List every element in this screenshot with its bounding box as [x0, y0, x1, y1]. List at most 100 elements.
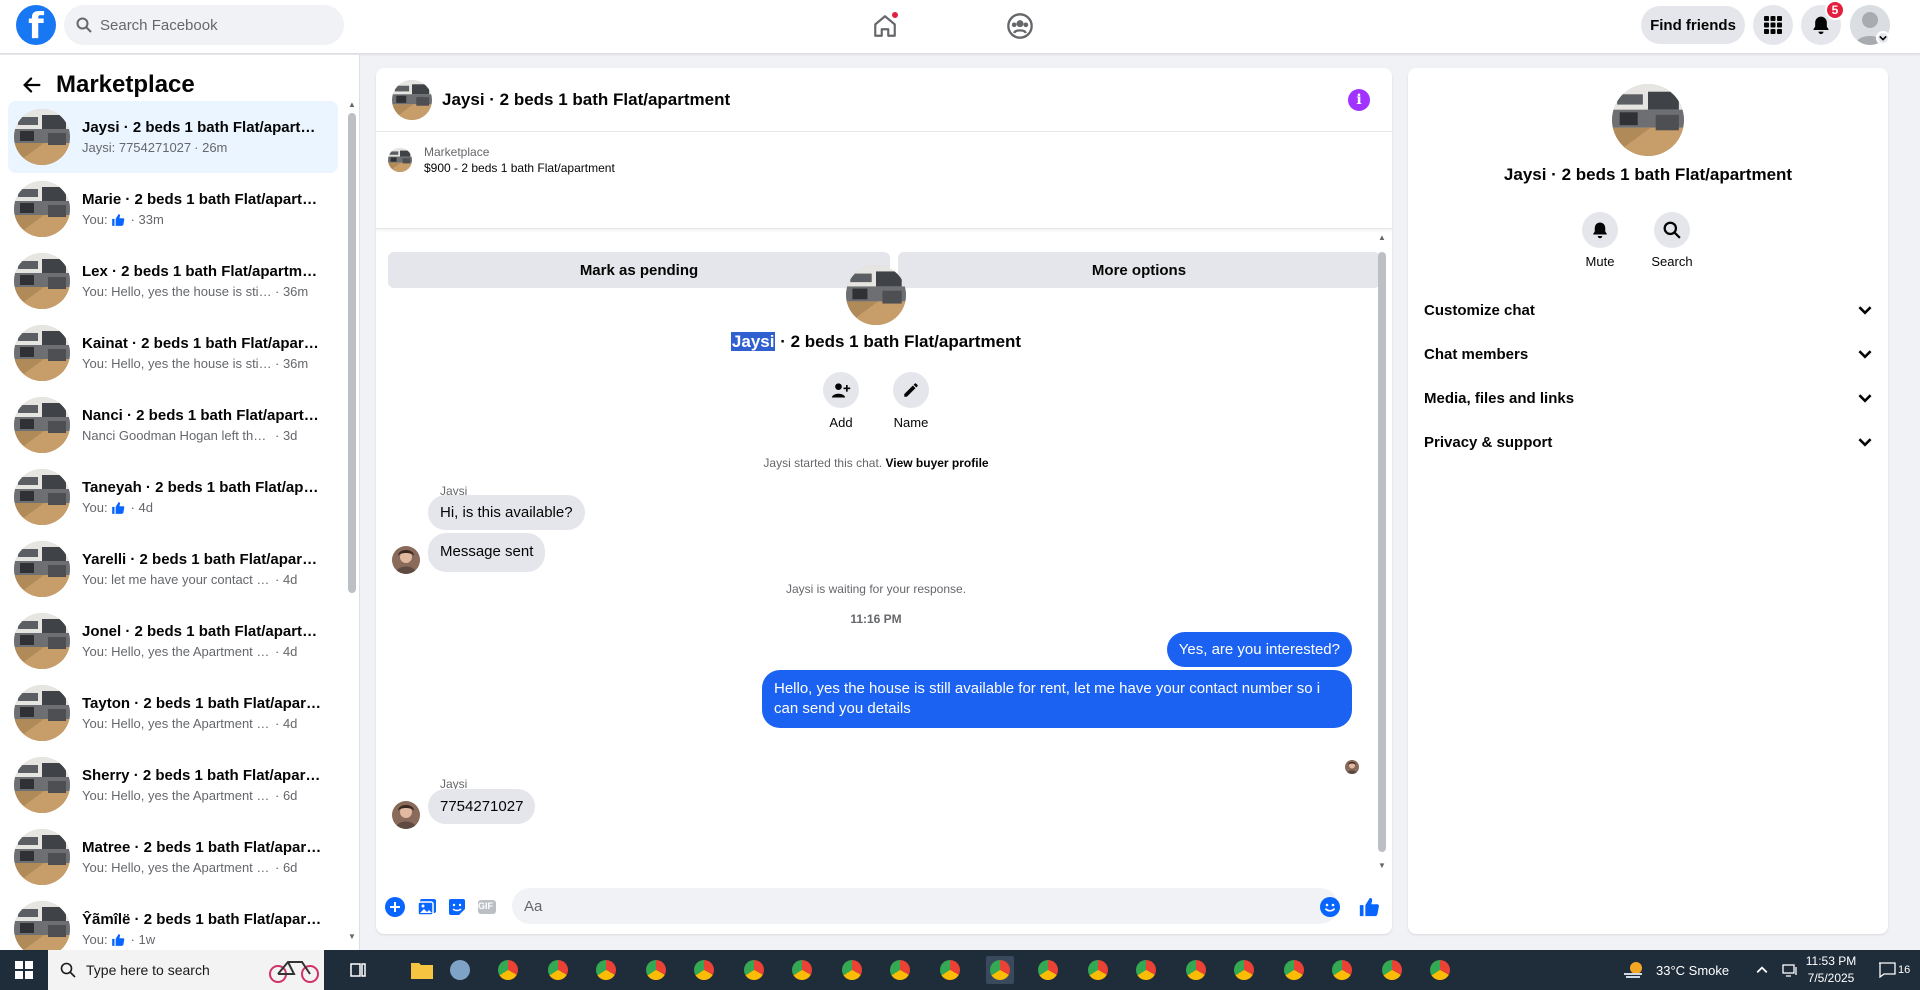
outgoing-message[interactable]: Yes, are you interested? [1166, 632, 1352, 667]
add-people-action[interactable]: Add [811, 372, 871, 430]
scrollbar-thumb[interactable] [348, 113, 356, 593]
chrome-app[interactable] [1182, 956, 1210, 984]
conversation-item[interactable]: Sherry · 2 beds 1 bath Flat/apartment You… [8, 749, 338, 821]
mute-action[interactable]: Mute [1570, 212, 1630, 269]
info-listing-thumbnail[interactable] [1612, 84, 1684, 156]
incoming-message[interactable]: Message sent [428, 533, 546, 572]
preview-text: Jaysi: 7754271027 [82, 140, 192, 155]
conversation-item[interactable]: Marie · 2 beds 1 bath Flat/apartment You:… [8, 173, 338, 245]
account-dropdown-button[interactable] [1876, 31, 1890, 45]
bell-icon [1593, 222, 1607, 239]
attach-photo-button[interactable] [416, 896, 438, 918]
chrome-app[interactable] [740, 956, 768, 984]
task-view-button[interactable] [344, 956, 372, 984]
chrome-app[interactable] [1084, 956, 1112, 984]
chrome-app[interactable] [642, 956, 670, 984]
conversation-item[interactable]: Matree · 2 beds 1 bath Flat/apartment You… [8, 821, 338, 893]
chat-info-button[interactable]: i [1348, 89, 1370, 111]
home-nav-button[interactable] [869, 10, 901, 42]
chrome-app[interactable] [886, 956, 914, 984]
gif-button[interactable]: GIF [476, 896, 498, 918]
conversation-item[interactable]: Tayton · 2 beds 1 bath Flat/apartment You… [8, 677, 338, 749]
weather-widget[interactable]: 33°C Smoke [1622, 950, 1729, 990]
message-input[interactable] [512, 888, 1338, 924]
conversation-item[interactable]: Lex · 2 beds 1 bath Flat/apartment You: H… [8, 245, 338, 317]
chrome-app[interactable] [1378, 956, 1406, 984]
outgoing-message[interactable]: Hello, yes the house is still available … [762, 670, 1352, 728]
sticker-icon [449, 899, 465, 915]
network-status[interactable] [1782, 950, 1798, 990]
privacy-support-row[interactable]: Privacy & support [1424, 422, 1872, 462]
facebook-logo[interactable]: f [16, 5, 56, 45]
search-input[interactable] [100, 16, 320, 34]
sender-avatar[interactable] [392, 546, 420, 574]
taskbar-app[interactable] [446, 956, 474, 984]
chrome-app[interactable] [1132, 956, 1160, 984]
chrome-profile-app[interactable] [544, 956, 572, 984]
emoji-button[interactable] [1319, 896, 1341, 918]
start-button[interactable] [0, 950, 48, 990]
incoming-message[interactable]: Hi, is this available? [428, 495, 585, 530]
conversation-item[interactable]: Taneyah · 2 beds 1 bath Flat/apartment Yo… [8, 461, 338, 533]
conversation-preview: You: Hello, yes the Apartment is still a… [82, 788, 322, 803]
customize-chat-row[interactable]: Customize chat [1424, 290, 1872, 330]
conversation-title: Tayton · 2 beds 1 bath Flat/apartment [82, 695, 322, 712]
chat-title[interactable]: Jaysi · 2 beds 1 bath Flat/apartment [442, 90, 730, 110]
chrome-app[interactable] [1426, 956, 1454, 984]
chrome-app[interactable] [1328, 956, 1356, 984]
conversation-item[interactable]: Kainat · 2 beds 1 bath Flat/apartment You… [8, 317, 338, 389]
file-explorer-app[interactable] [408, 956, 436, 984]
chrome-app-active[interactable] [986, 956, 1014, 984]
system-clock[interactable]: 11:53 PM 7/5/2025 [1800, 953, 1862, 987]
show-hidden-icons[interactable] [1756, 950, 1768, 990]
notifications-button[interactable]: 5 [1801, 0, 1845, 45]
conversation-title: Matree · 2 beds 1 bath Flat/apartment [82, 839, 322, 856]
view-buyer-profile-link[interactable]: View buyer profile [885, 456, 988, 470]
conversation-item[interactable]: Jaysi · 2 beds 1 bath Flat/apartment Jays… [8, 101, 338, 173]
chrome-app[interactable] [690, 956, 718, 984]
chrome-app[interactable] [838, 956, 866, 984]
find-friends-button[interactable]: Find friends [1641, 6, 1745, 44]
conversation-item[interactable]: Jonel · 2 beds 1 bath Flat/apartment You:… [8, 605, 338, 677]
groups-nav-button[interactable] [1004, 10, 1036, 42]
sender-avatar[interactable] [392, 801, 420, 829]
chrome-app[interactable] [494, 956, 522, 984]
listing-summary[interactable]: Marketplace $900 - 2 beds 1 bath Flat/ap… [388, 145, 615, 175]
scroll-up-arrow[interactable]: ▲ [1378, 234, 1386, 242]
scroll-down-arrow[interactable]: ▼ [348, 933, 356, 941]
more-actions-button[interactable] [384, 896, 406, 918]
chrome-app[interactable] [1280, 956, 1308, 984]
menu-button[interactable] [1753, 5, 1793, 45]
chrome-app[interactable] [1230, 956, 1258, 984]
listing-thumbnail [14, 181, 70, 237]
taskbar-search[interactable]: Type here to search [48, 950, 324, 990]
conversation-preview: Nanci Goodman Hogan left the group· 3d [82, 428, 322, 443]
incoming-message[interactable]: 7754271027 [428, 789, 536, 824]
listing-thumbnail[interactable] [392, 80, 432, 120]
chrome-app[interactable] [1034, 956, 1062, 984]
edit-name-action[interactable]: Name [881, 372, 941, 430]
back-button[interactable] [16, 69, 48, 101]
scroll-up-arrow[interactable]: ▲ [348, 101, 356, 109]
chrome-app[interactable] [788, 956, 816, 984]
scroll-down-arrow[interactable]: ▼ [1378, 862, 1386, 870]
message-composer: GIF [376, 878, 1392, 934]
send-like-button[interactable] [1358, 896, 1380, 918]
conversation-item[interactable]: Yarelli · 2 beds 1 bath Flat/apartment Yo… [8, 533, 338, 605]
conversation-title: Nanci · 2 beds 1 bath Flat/apartment [82, 407, 322, 424]
chat-members-row[interactable]: Chat members [1424, 334, 1872, 374]
chrome-app[interactable] [936, 956, 964, 984]
conversation-item[interactable]: Nanci · 2 beds 1 bath Flat/apartment Nanc… [8, 389, 338, 461]
conversation-preview: You: Hello, yes the house is still avail… [82, 356, 322, 371]
scrollbar-thumb[interactable] [1378, 252, 1386, 852]
conversation-time: · 6d [275, 860, 298, 875]
action-center-button[interactable]: 16 [1878, 950, 1910, 990]
media-files-links-row[interactable]: Media, files and links [1424, 378, 1872, 418]
conversation-time: · 26m [194, 140, 228, 155]
search-in-chat-action[interactable]: Search [1642, 212, 1702, 269]
chat-scrollbar[interactable]: ▲ ▼ [1378, 234, 1386, 870]
facebook-search[interactable] [64, 5, 344, 45]
sidebar-scrollbar[interactable]: ▲ ▼ [348, 101, 356, 941]
chrome-app[interactable] [592, 956, 620, 984]
sticker-button[interactable] [446, 896, 468, 918]
